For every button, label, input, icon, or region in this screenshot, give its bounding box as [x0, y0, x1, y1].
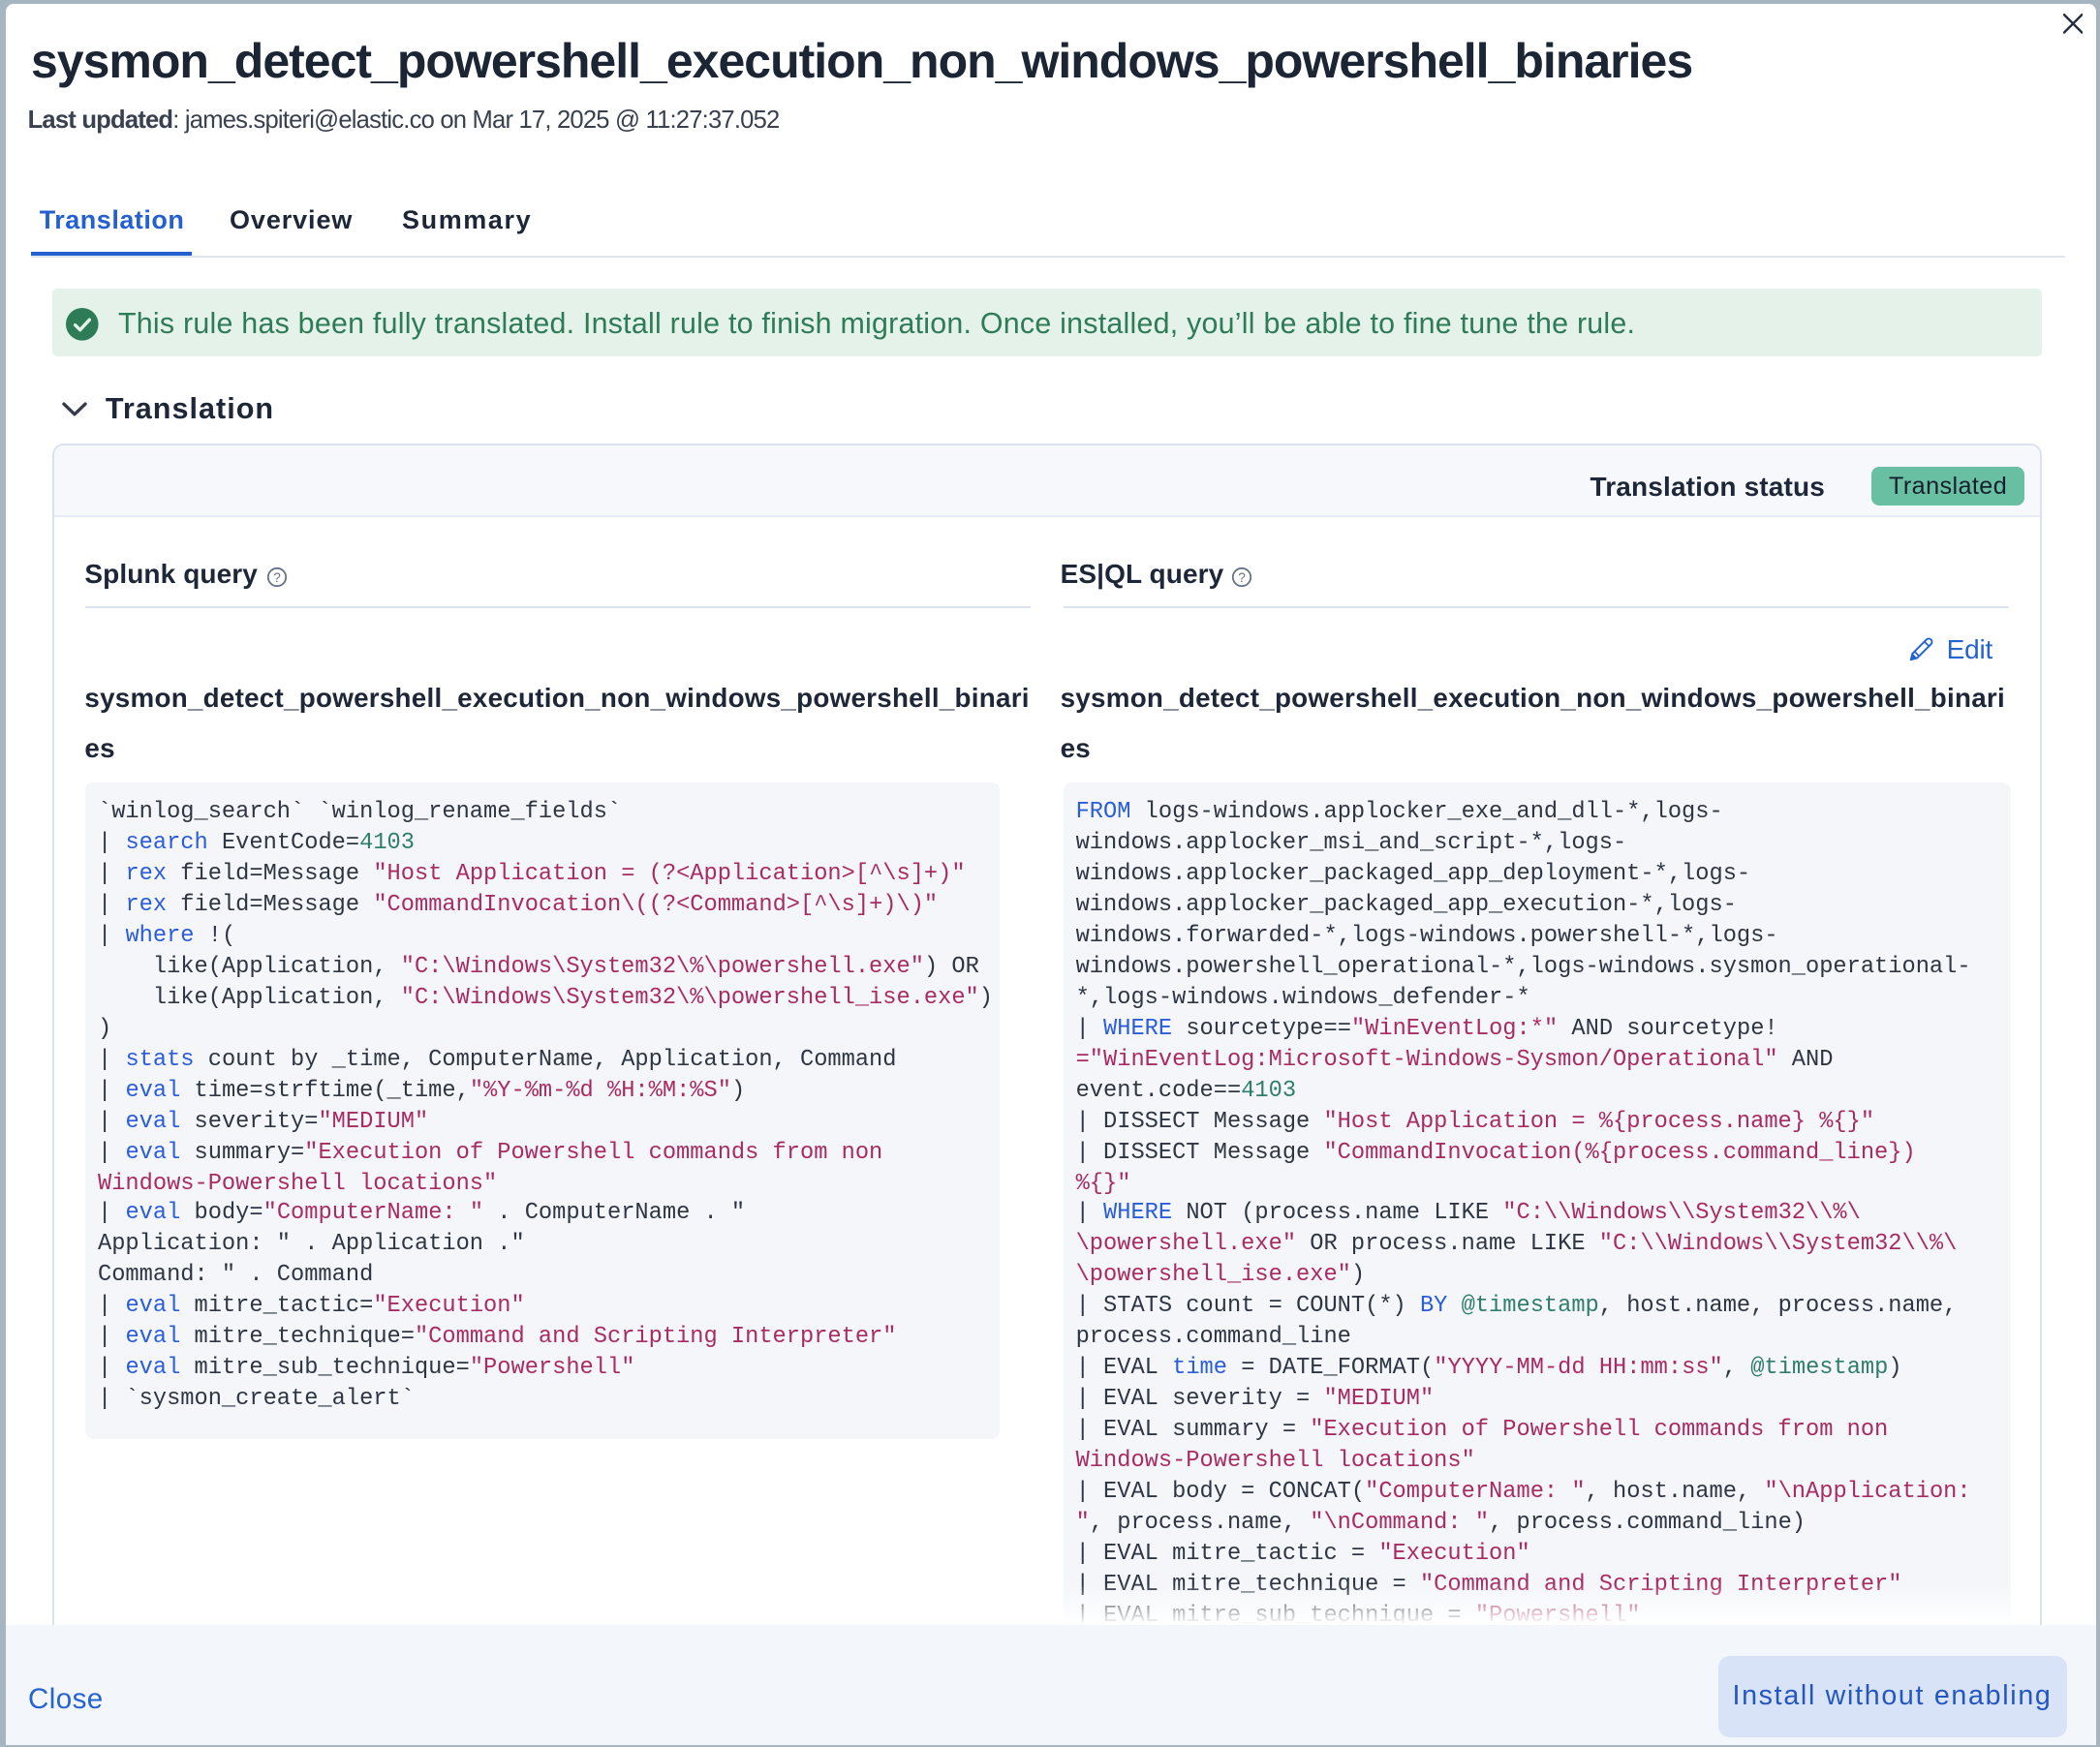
svg-text:?: ? — [273, 569, 281, 584]
svg-text:?: ? — [1238, 569, 1246, 584]
